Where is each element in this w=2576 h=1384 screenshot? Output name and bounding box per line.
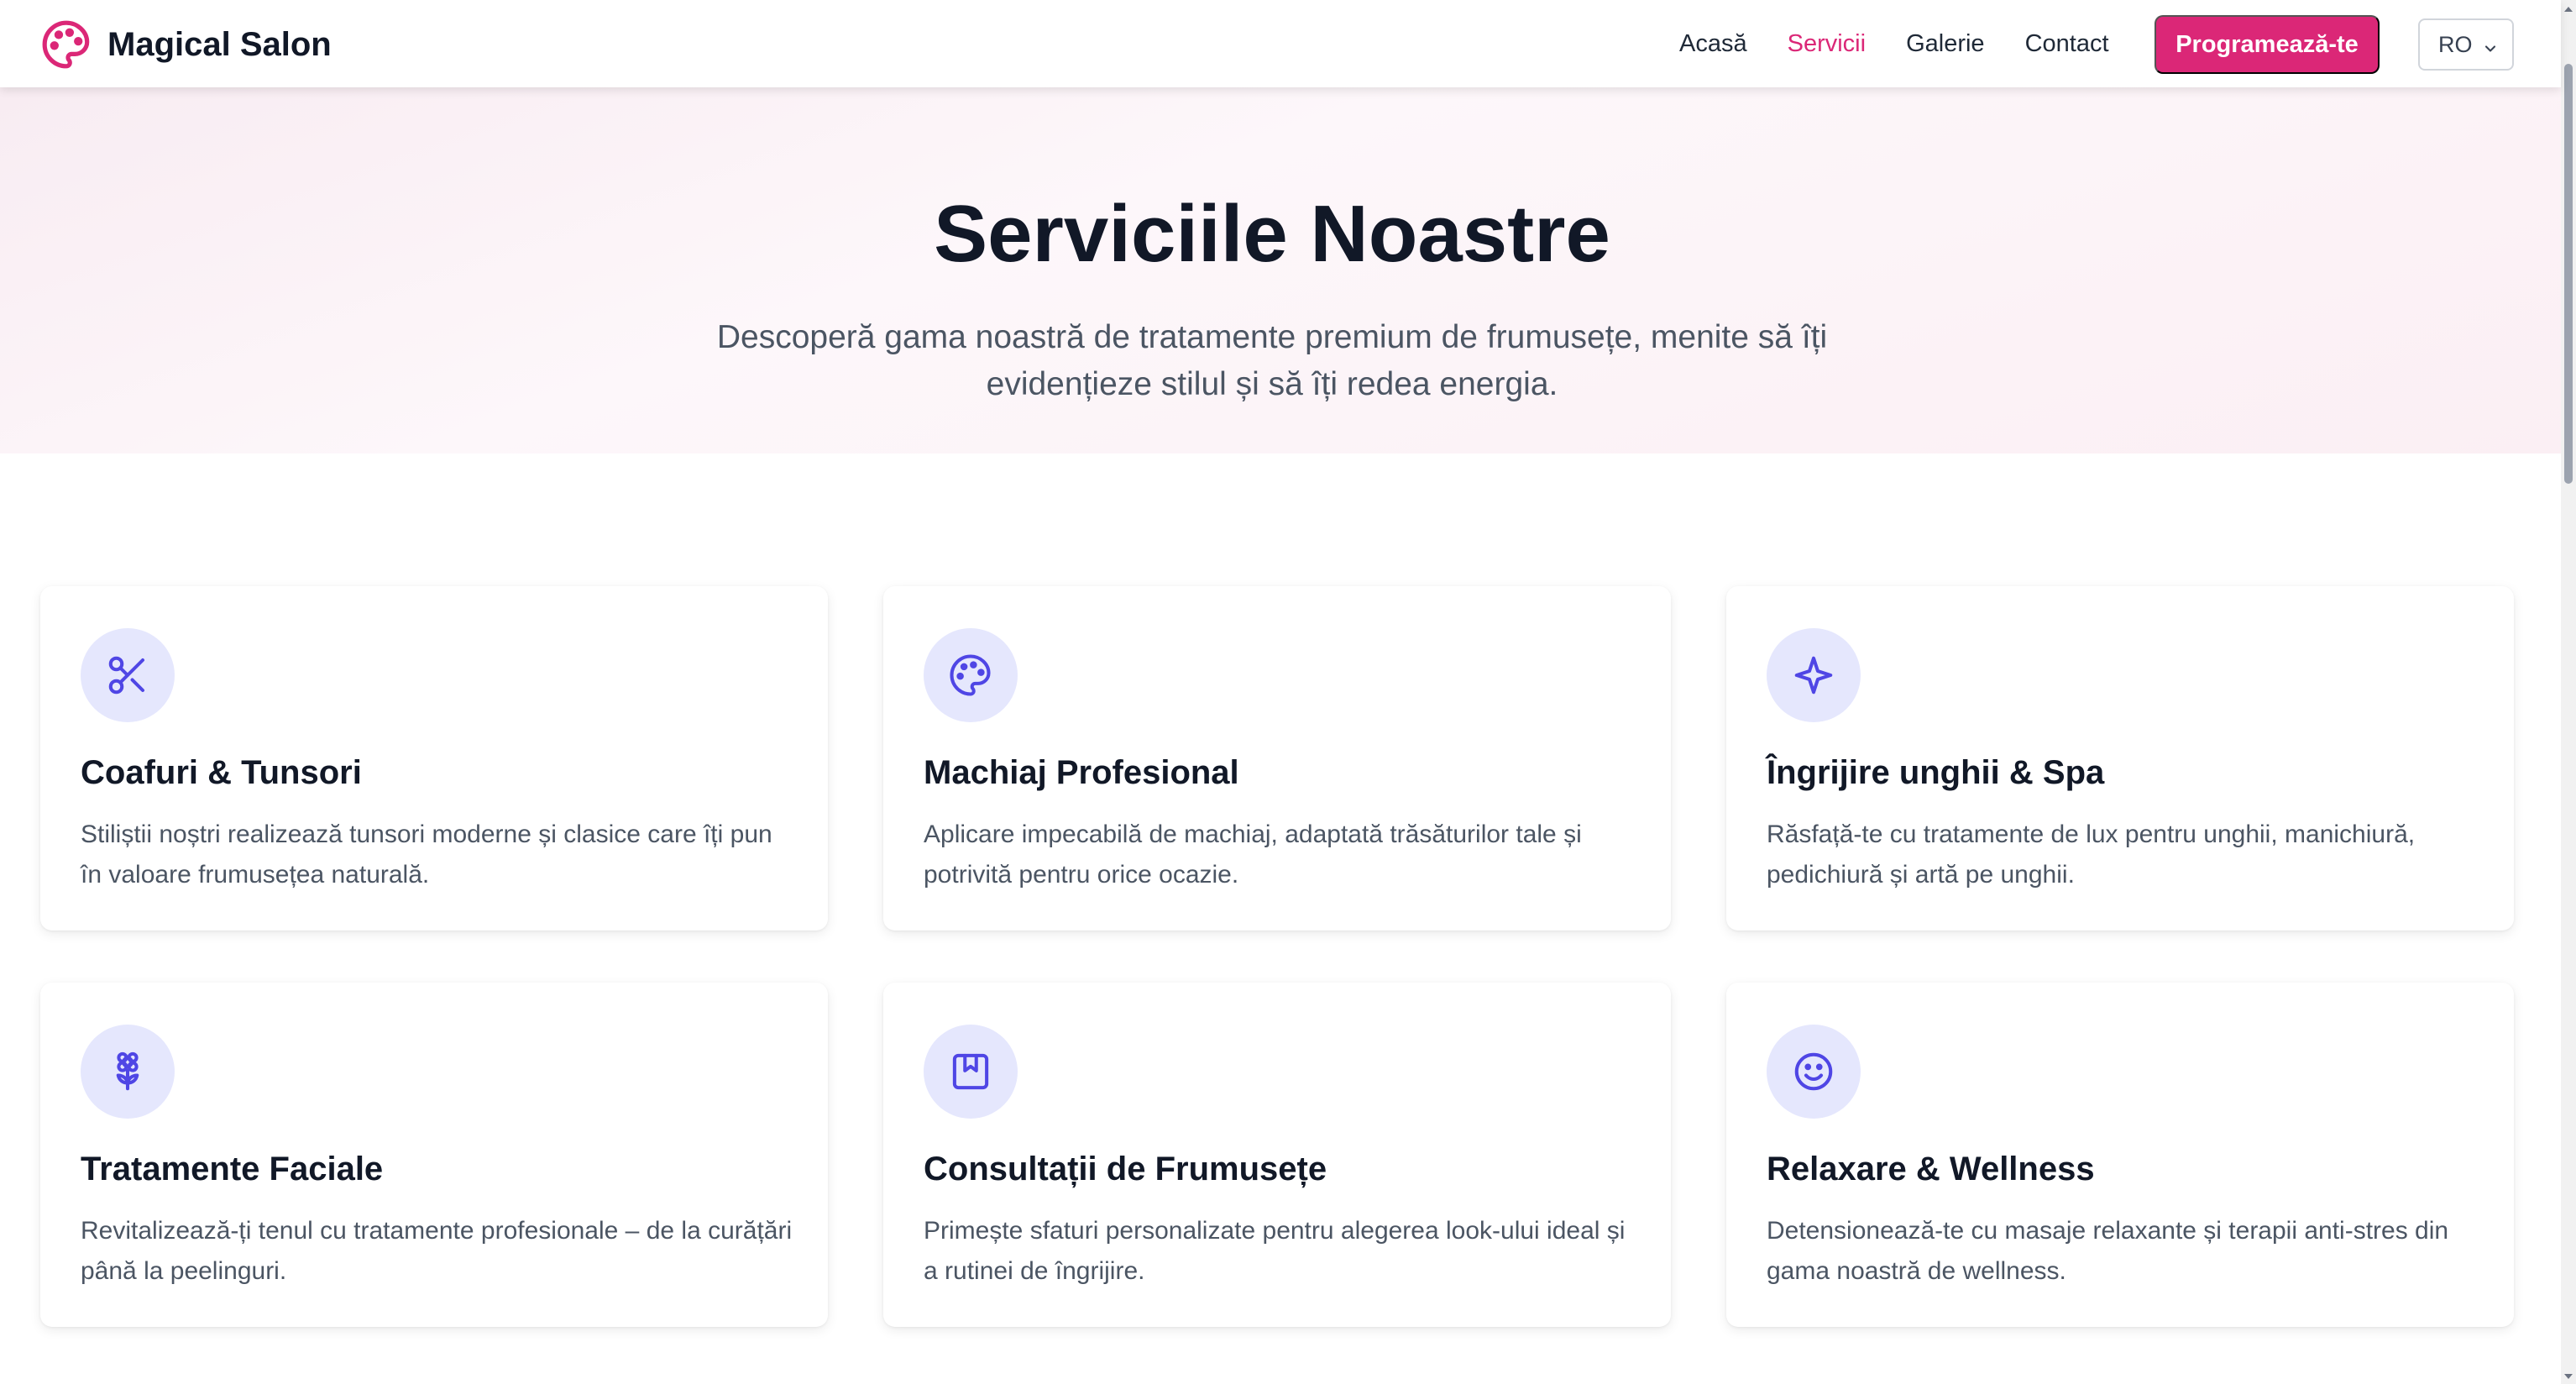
chevron-down-icon xyxy=(2482,37,2499,63)
service-card[interactable]: Tratamente Faciale Revitalizează-ți tenu… xyxy=(40,983,828,1327)
service-card[interactable]: Coafuri & Tunsori Stiliștii noștri reali… xyxy=(40,586,828,931)
service-description: Răsfață-te cu tratamente de lux pentru u… xyxy=(1767,820,2416,889)
service-card[interactable]: Îngrijire unghii & Spa Răsfață-te cu tra… xyxy=(1726,586,2514,931)
brand-name: Magical Salon xyxy=(107,25,332,63)
nav-link-galerie[interactable]: Galerie xyxy=(1906,30,1985,58)
service-description: Stiliștii noștri realizează tunsori mode… xyxy=(81,820,772,889)
scroll-up-arrow-icon[interactable] xyxy=(2563,3,2573,13)
vertical-scrollbar[interactable] xyxy=(2561,0,2576,1384)
scroll-down-arrow-icon[interactable] xyxy=(2563,1371,2573,1381)
palette-logo-icon xyxy=(40,18,92,71)
service-description: Primește sfaturi personalizate pentru al… xyxy=(924,1217,1626,1285)
palette-icon xyxy=(924,628,1018,722)
service-title: Machiaj Profesional xyxy=(924,754,1239,791)
service-description: Revitalizează-ți tenul cu tratamente pro… xyxy=(81,1217,793,1285)
portfolio-icon xyxy=(924,1025,1018,1119)
page-title: Serviciile Noastre xyxy=(934,189,1610,279)
smile-icon xyxy=(1767,1025,1861,1119)
service-title: Consultații de Frumusețe xyxy=(924,1151,1327,1187)
nav-link-contact[interactable]: Contact xyxy=(2025,30,2109,58)
brand-logo-link[interactable]: Magical Salon xyxy=(40,18,332,71)
service-description: Detensionează-te cu masaje relaxante și … xyxy=(1767,1217,2449,1285)
service-title: Relaxare & Wellness xyxy=(1767,1151,2095,1187)
nav-link-servicii[interactable]: Servicii xyxy=(1788,30,1866,58)
site-header: Magical Salon Acasă Servicii Galerie Con… xyxy=(0,0,2561,87)
service-card[interactable]: Consultații de Frumusețe Primește sfatur… xyxy=(883,983,1671,1327)
page: Serviciile Noastre Descoperă gama noastr… xyxy=(0,0,2576,1384)
language-value: RO xyxy=(2438,31,2473,57)
hero-section: Serviciile Noastre Descoperă gama noastr… xyxy=(0,87,2561,453)
main-nav: Acasă Servicii Galerie Contact xyxy=(1679,0,2149,87)
service-card[interactable]: Relaxare & Wellness Detensionează-te cu … xyxy=(1726,983,2514,1327)
service-title: Îngrijire unghii & Spa xyxy=(1767,754,2105,791)
sparkle-icon xyxy=(1767,628,1861,722)
scrollbar-thumb[interactable] xyxy=(2564,64,2573,484)
flower-icon xyxy=(81,1025,175,1119)
service-description: Aplicare impecabilă de machiaj, adaptată… xyxy=(924,820,1582,889)
service-title: Coafuri & Tunsori xyxy=(81,754,362,791)
hero-subtitle: Descoperă gama noastră de tratamente pre… xyxy=(716,319,1828,402)
service-title: Tratamente Faciale xyxy=(81,1151,384,1187)
scissors-icon xyxy=(81,628,175,722)
language-select[interactable]: RO xyxy=(2418,18,2514,71)
nav-link-acasa[interactable]: Acasă xyxy=(1679,30,1747,58)
book-appointment-button[interactable]: Programează-te xyxy=(2155,15,2380,74)
service-card[interactable]: Machiaj Profesional Aplicare impecabilă … xyxy=(883,586,1671,931)
